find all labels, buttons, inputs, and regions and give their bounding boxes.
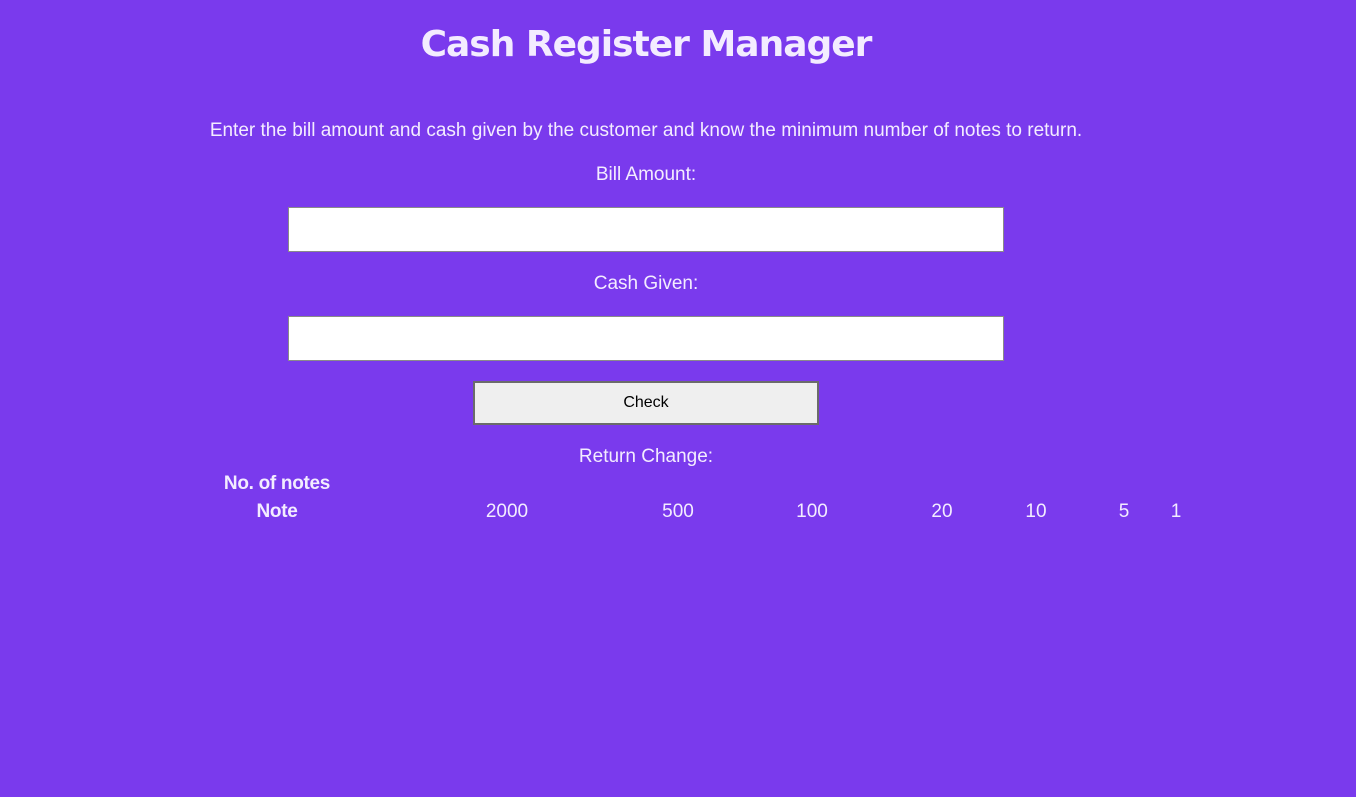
note-cell-10: 10	[1025, 501, 1047, 522]
note-cell-100: 100	[796, 501, 828, 522]
cash-given-input[interactable]	[288, 316, 1004, 361]
bill-amount-input[interactable]	[288, 207, 1004, 252]
return-change-label: Return Change:	[578, 446, 714, 467]
description-text: Enter the bill amount and cash given by …	[209, 120, 1083, 141]
note-cell-20: 20	[931, 501, 953, 522]
check-button[interactable]: Check	[473, 381, 819, 425]
note-cell-2000: 2000	[485, 501, 529, 522]
page-title: Cash Register Manager	[420, 24, 873, 65]
note-cell-1: 1	[1170, 501, 1182, 522]
bill-amount-label: Bill Amount:	[595, 164, 697, 185]
cash-given-label: Cash Given:	[593, 273, 699, 294]
note-header: Note	[256, 501, 298, 522]
no-of-notes-header: No. of notes	[223, 473, 331, 494]
note-cell-500: 500	[662, 501, 694, 522]
